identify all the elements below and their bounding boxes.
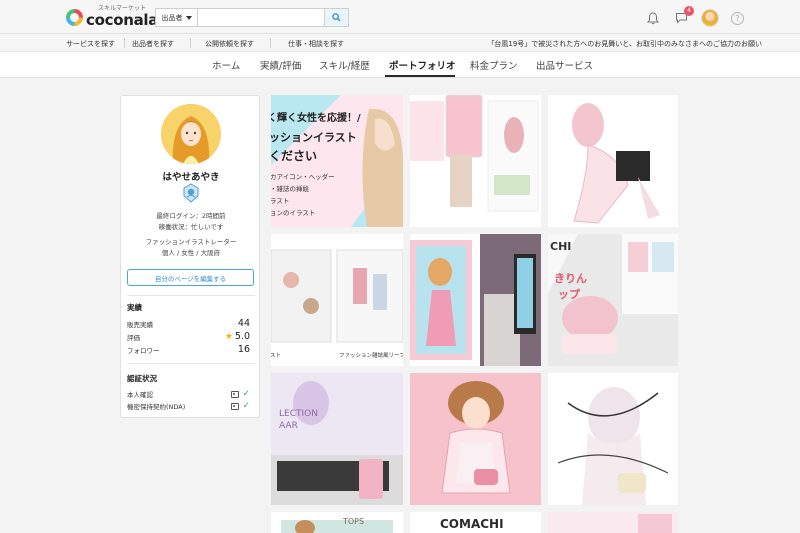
profile-avatar bbox=[161, 104, 221, 164]
nav-find-services[interactable]: サービスを探す bbox=[66, 39, 115, 49]
tile-title-line: COMACHI bbox=[440, 517, 504, 531]
stat-followers-label: フォロワー bbox=[127, 346, 160, 355]
verify-identity: 本人確認 ✓ bbox=[127, 389, 250, 399]
portfolio-item[interactable]: COMACHI bbox=[410, 512, 541, 533]
tile-sub-line: ラスト bbox=[271, 197, 290, 205]
tile-sub-line: ・雑誌の挿絵 bbox=[271, 185, 309, 193]
profile-tabs: ホーム 実績/評価 スキル/経歴 ポートフォリオ 料金プラン 出品サービス bbox=[0, 52, 800, 78]
tab-results-ratings[interactable]: 実績/評価 bbox=[260, 58, 301, 72]
rank-badge-icon bbox=[183, 183, 199, 203]
verify-nda-label: 機密保持契約(NDA) bbox=[127, 403, 186, 411]
coconala-logo[interactable]: スキルマーケット coconala bbox=[66, 5, 158, 29]
search-icon bbox=[332, 13, 341, 22]
profile-card: はやせあやき 最終ログイン：2時間前 稼働状況：忙しいです ファッションイラスト… bbox=[120, 95, 260, 418]
tile-title-line: AAR bbox=[279, 421, 298, 431]
tile-title-line: ップ bbox=[558, 288, 580, 301]
stat-rating-label: 評価 bbox=[127, 333, 140, 342]
tile-caption: ファッション雑誌風リーフレット bbox=[339, 353, 403, 359]
nav-divider bbox=[270, 38, 271, 48]
search-button[interactable] bbox=[324, 9, 348, 26]
nav-divider bbox=[190, 38, 191, 48]
profile-attributes: 個人 / 女性 / 大阪府 bbox=[161, 249, 221, 257]
achievements-heading: 実績 bbox=[127, 303, 142, 312]
portfolio-item[interactable] bbox=[410, 95, 541, 227]
availability-status: 稼働状況：忙しいです bbox=[158, 223, 224, 231]
tab-portfolio[interactable]: ポートフォリオ bbox=[389, 58, 456, 72]
verify-identity-label: 本人確認 bbox=[127, 391, 153, 399]
section-divider bbox=[127, 295, 255, 296]
help-icon[interactable]: ? bbox=[731, 11, 744, 25]
logo-wordmark: coconala bbox=[86, 11, 159, 29]
stat-followers: フォロワー 16 bbox=[127, 344, 250, 355]
portfolio-item[interactable]: TOPS bbox=[271, 512, 403, 533]
tab-home[interactable]: ホーム bbox=[212, 58, 240, 72]
tab-services[interactable]: 出品サービス bbox=[536, 58, 593, 72]
search-input[interactable] bbox=[198, 9, 324, 26]
tile-title-line: TOPS bbox=[343, 517, 365, 526]
tile-title-line: ッションイラスト bbox=[271, 131, 357, 144]
id-card-icon bbox=[231, 390, 240, 398]
portfolio-item[interactable] bbox=[410, 373, 541, 505]
notification-badge: 4 bbox=[684, 6, 694, 16]
tile-caption: スト bbox=[271, 353, 282, 359]
logo-subtitle: スキルマーケット bbox=[98, 5, 147, 12]
section-divider bbox=[127, 363, 255, 364]
tab-pricing[interactable]: 料金プラン bbox=[470, 58, 518, 72]
nav-find-requests[interactable]: 公開依頼を探す bbox=[205, 39, 254, 49]
nav-divider bbox=[124, 38, 125, 48]
nav-find-jobs[interactable]: 仕事・相談を探す bbox=[288, 39, 344, 49]
occupation-text: ファッションイラストレーター bbox=[145, 238, 237, 246]
logo-mark-icon bbox=[66, 8, 83, 26]
search-category-select[interactable]: 出品者 bbox=[156, 9, 198, 26]
last-login-text: 最終ログイン：2時間前 bbox=[156, 212, 226, 220]
search-category-label: 出品者 bbox=[161, 13, 183, 22]
portfolio-item[interactable]: スト ファッション雑誌風リーフレット bbox=[271, 234, 403, 366]
search-bar: 出品者 bbox=[155, 8, 349, 27]
portfolio-item[interactable]: CHI きりん ップ bbox=[548, 234, 678, 366]
portfolio-item[interactable] bbox=[548, 373, 678, 505]
checkmark-icon: ✓ bbox=[242, 401, 250, 411]
portfolio-item[interactable]: LECTION AAR bbox=[271, 373, 403, 505]
stat-followers-value: 16 bbox=[237, 344, 250, 355]
portfolio-item[interactable]: く輝く女性を応援！/ ッションイラスト ください カアイコン・ヘッダー ・雑誌の… bbox=[271, 95, 403, 227]
tile-sub-line: ョンのイラスト bbox=[271, 209, 316, 217]
verification-heading: 認証状況 bbox=[127, 374, 157, 383]
stat-sales: 販売実績 44 bbox=[127, 318, 250, 329]
caret-down-icon bbox=[185, 15, 192, 20]
user-avatar[interactable] bbox=[701, 9, 719, 27]
stat-rating-value: 5.0 bbox=[234, 331, 250, 342]
star-icon: ★ bbox=[224, 332, 233, 342]
tile-sub-line: カアイコン・ヘッダー bbox=[271, 173, 335, 181]
tab-skills-career[interactable]: スキル/経歴 bbox=[319, 58, 370, 72]
active-tab-indicator bbox=[385, 75, 455, 77]
typhoon-notice-link[interactable]: 「台風19号」で被災された方へのお見舞いと、お取引中のみなさまへのご協力のお願い bbox=[487, 39, 762, 49]
tile-title-line: CHI bbox=[550, 240, 572, 253]
profile-name: はやせあやき bbox=[162, 172, 220, 183]
stat-sales-value: 44 bbox=[237, 318, 250, 329]
tile-title-line: ください bbox=[271, 149, 318, 163]
portfolio-item[interactable] bbox=[548, 95, 678, 227]
checkmark-icon: ✓ bbox=[242, 389, 250, 399]
header-icons: 4 ? bbox=[645, 6, 744, 27]
portfolio-item[interactable] bbox=[410, 234, 541, 366]
stat-rating: 評価 ★ 5.0 bbox=[127, 331, 250, 342]
top-bar: スキルマーケット coconala 出品者 4 ? bbox=[0, 0, 800, 34]
stat-sales-label: 販売実績 bbox=[127, 320, 153, 329]
tile-title-line: きりん bbox=[554, 272, 587, 285]
verify-nda: 機密保持契約(NDA) ✓ bbox=[127, 401, 250, 411]
bell-icon[interactable] bbox=[645, 10, 661, 26]
portfolio-item[interactable] bbox=[548, 512, 678, 533]
nav-find-sellers[interactable]: 出品者を探す bbox=[132, 39, 174, 49]
tile-title-line: LECTION bbox=[279, 409, 318, 419]
message-icon[interactable]: 4 bbox=[673, 6, 694, 26]
edit-my-page-button[interactable]: 自分のページを編集する bbox=[127, 269, 254, 286]
sub-navigation: サービスを探す 出品者を探す 公開依頼を探す 仕事・相談を探す 「台風19号」で… bbox=[0, 34, 800, 52]
tile-title-line: く輝く女性を応援！/ bbox=[271, 113, 361, 124]
document-icon bbox=[231, 402, 240, 410]
